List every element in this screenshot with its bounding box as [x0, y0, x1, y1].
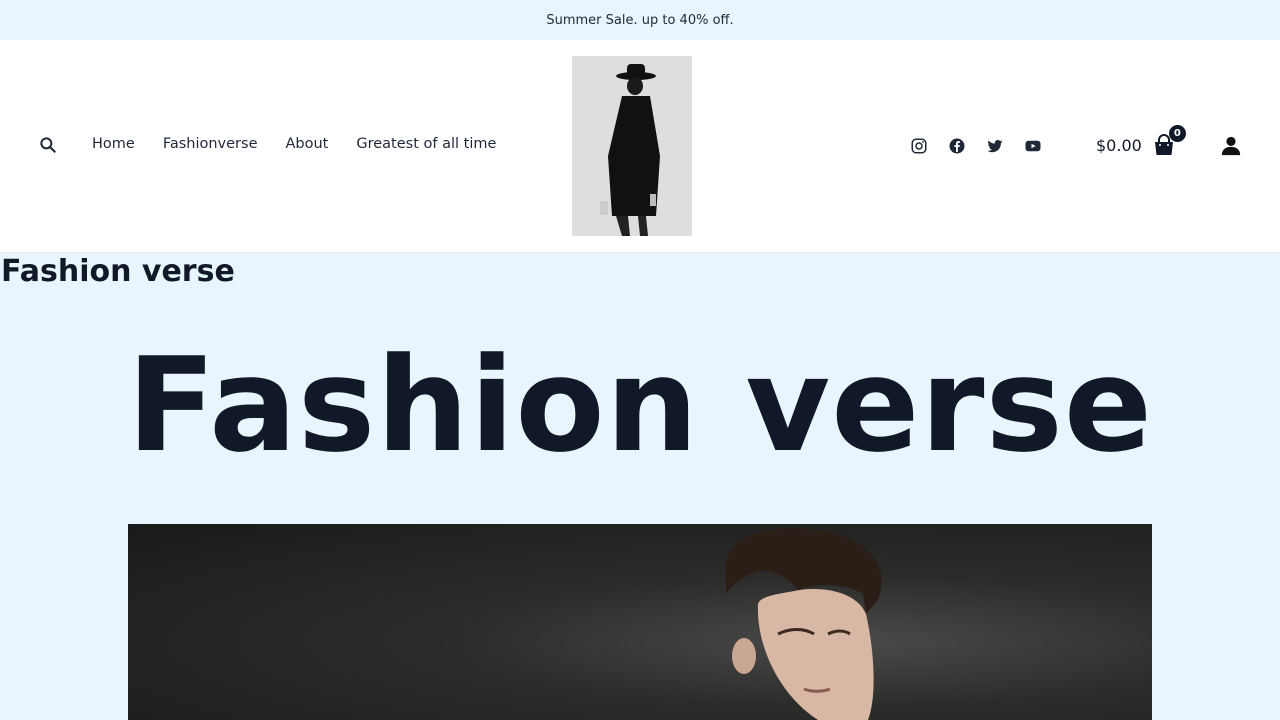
cart-count-badge: 0: [1168, 125, 1186, 142]
cart-total: $0.00: [1096, 135, 1142, 155]
hero-title: Fashion verse: [126, 329, 1154, 481]
nav-item-home[interactable]: Home: [92, 136, 135, 152]
facebook-icon[interactable]: [948, 137, 966, 155]
youtube-icon[interactable]: [1024, 137, 1042, 155]
search-icon[interactable]: [38, 135, 58, 155]
site-logo[interactable]: [572, 56, 692, 236]
nav-item-greatest-of-all-time[interactable]: Greatest of all time: [356, 136, 496, 152]
logo-image: [572, 56, 692, 236]
site-header: Home Fashionverse About Greatest of all …: [0, 40, 1280, 253]
cart-widget[interactable]: $0.00 0: [1096, 125, 1186, 157]
main-nav: Home Fashionverse About Greatest of all …: [92, 136, 496, 152]
hero-image: [128, 524, 1152, 720]
announcement-bar: Summer Sale. up to 40% off.: [0, 0, 1280, 40]
social-links: [910, 137, 1042, 155]
twitter-icon[interactable]: [986, 137, 1004, 155]
page-title: Fashion verse: [1, 254, 235, 289]
announcement-text: Summer Sale. up to 40% off.: [546, 12, 734, 28]
user-account-icon[interactable]: [1220, 135, 1242, 157]
nav-item-fashionverse[interactable]: Fashionverse: [163, 136, 258, 152]
hero-photo: [726, 528, 882, 720]
cart-bag: 0: [1152, 125, 1186, 157]
instagram-icon[interactable]: [910, 137, 928, 155]
nav-item-about[interactable]: About: [286, 136, 329, 152]
